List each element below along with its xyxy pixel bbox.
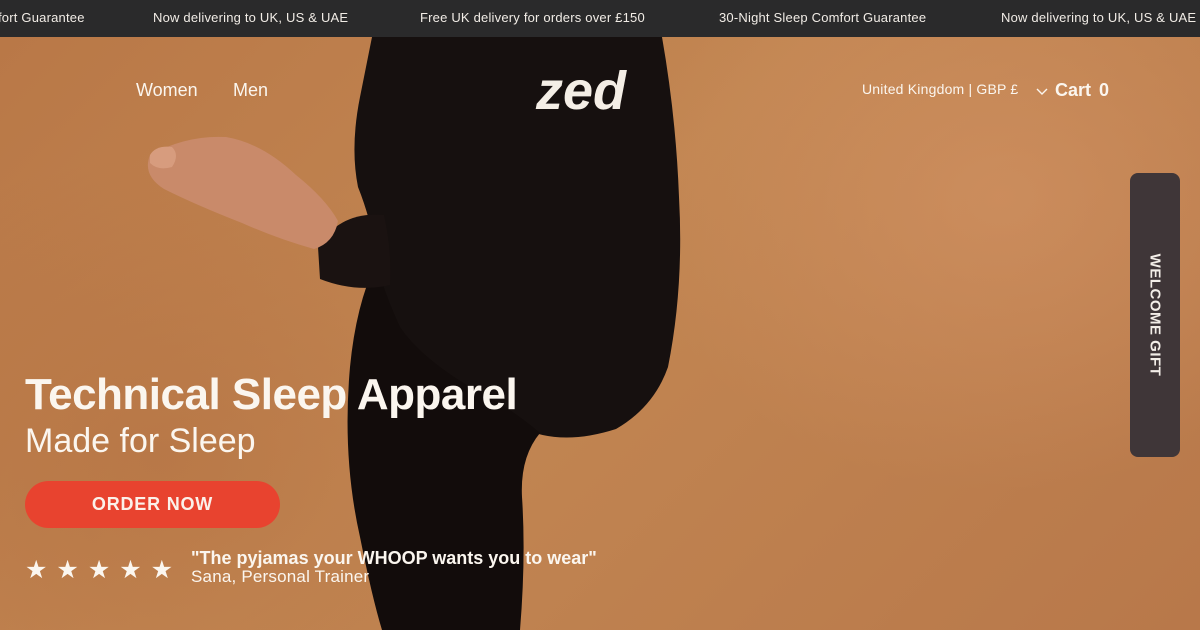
nav-women-link[interactable]: Women (136, 80, 198, 101)
testimonial-author: Sana, Personal Trainer (191, 567, 370, 586)
hero-subtitle: Made for Sleep (25, 422, 256, 460)
announcement-message: fort Guarantee (0, 10, 85, 25)
logo-text: zed (535, 65, 627, 117)
announcement-bar: fort Guarantee Now delivering to UK, US … (0, 0, 1200, 37)
nav-men-link[interactable]: Men (233, 80, 268, 101)
announcement-message: Now delivering to UK, US & UAE (153, 10, 349, 25)
hero-title: Technical Sleep Apparel (25, 370, 518, 419)
cart-button[interactable]: Cart 0 (1055, 80, 1109, 101)
order-now-button[interactable]: ORDER NOW (25, 481, 280, 528)
hero-banner: Women Men zed United Kingdom | GBP £ Car… (0, 37, 1200, 630)
star-rating: ★★★★★ (25, 556, 183, 584)
announcement-message: 30-Night Sleep Comfort Guarantee (719, 10, 927, 25)
cart-count: 0 (1099, 80, 1110, 100)
region-selector[interactable]: United Kingdom | GBP £ (862, 81, 1018, 97)
welcome-gift-label: WELCOME GIFT (1146, 253, 1164, 377)
announcement-message: Free UK delivery for orders over £150 (420, 10, 645, 25)
zed-logo[interactable]: zed (534, 65, 668, 117)
testimonial-quote: "The pyjamas your WHOOP wants you to wea… (191, 548, 597, 568)
chevron-down-icon[interactable] (1036, 87, 1048, 97)
announcement-message: Now delivering to UK, US & UAE (1001, 10, 1197, 25)
welcome-gift-tab[interactable]: WELCOME GIFT (1130, 173, 1180, 457)
hero-photo-figure (147, 37, 681, 630)
cart-label: Cart (1055, 80, 1092, 100)
